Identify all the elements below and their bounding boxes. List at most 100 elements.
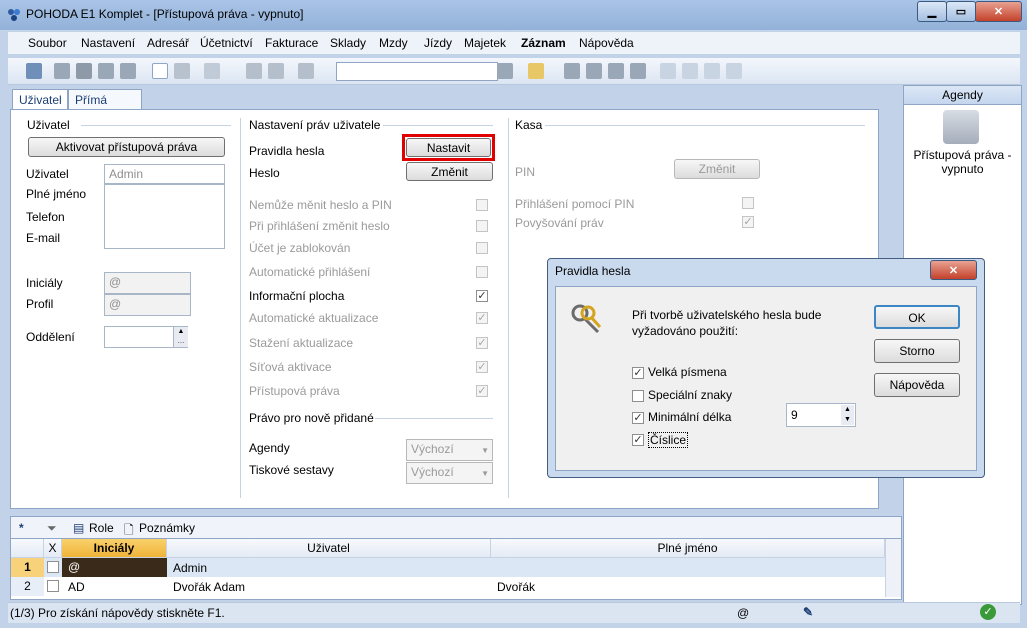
checkbox[interactable]: ✓: [476, 312, 488, 324]
restore-button[interactable]: ▭: [946, 1, 976, 22]
tab-prima-prava[interactable]: Přímá práva: [68, 89, 142, 121]
exit-icon[interactable]: [26, 63, 42, 79]
duplicate-icon[interactable]: [298, 63, 314, 79]
save-icon[interactable]: [246, 63, 262, 79]
preview-icon[interactable]: [98, 63, 114, 79]
tab-poznamky[interactable]: Poznámky: [139, 521, 195, 535]
label-pravidla-hesla: Pravidla hesla: [249, 144, 325, 158]
export-icon[interactable]: [120, 63, 136, 79]
window-title: POHODA E1 Komplet - [Přístupová práva - …: [26, 7, 304, 21]
checkbox[interactable]: [476, 220, 488, 232]
save-all-icon[interactable]: [268, 63, 284, 79]
folder-icon[interactable]: [528, 63, 544, 79]
dialog-close-button[interactable]: ✕: [930, 260, 977, 280]
checkbox[interactable]: ✓: [476, 337, 488, 349]
checkbox[interactable]: [476, 199, 488, 211]
menu-napoveda[interactable]: Nápověda: [579, 36, 634, 50]
menu-soubor[interactable]: Soubor: [28, 36, 67, 50]
tiskove-select[interactable]: Výchozí ▼: [406, 462, 493, 484]
checkbox-specialni-znaky[interactable]: [632, 390, 644, 402]
table-row[interactable]: 1 @ Admin: [11, 558, 885, 577]
checkbox[interactable]: [742, 197, 754, 209]
checkbox-minimalni-delka[interactable]: ✓: [632, 412, 644, 424]
napoveda-button[interactable]: Nápověda: [874, 373, 960, 397]
grid-scrollbar[interactable]: [885, 539, 901, 597]
nastavit-button[interactable]: Nastavit: [406, 138, 491, 157]
edit-icon[interactable]: [174, 63, 190, 79]
checkbox[interactable]: ✓: [476, 361, 488, 373]
checkbox-velka-pismena[interactable]: ✓: [632, 367, 644, 379]
back-icon[interactable]: [204, 63, 220, 79]
uzivatel-input[interactable]: Admin: [104, 164, 225, 184]
filter-icon[interactable]: ⏷: [47, 521, 57, 536]
close-button[interactable]: ✕: [975, 1, 1022, 22]
settings-icon[interactable]: [586, 63, 602, 79]
checkbox[interactable]: [476, 242, 488, 254]
min-length-stepper[interactable]: 9 ▲ ▼: [786, 403, 856, 427]
menu-jizdy[interactable]: Jízdy: [424, 36, 452, 50]
menu-majetek[interactable]: Majetek: [464, 36, 506, 50]
menu-mzdy[interactable]: Mzdy: [379, 36, 408, 50]
row-number: 1: [11, 558, 44, 577]
report-icon[interactable]: [660, 63, 676, 79]
lock-icon[interactable]: [608, 63, 624, 79]
copy-icon[interactable]: [54, 63, 70, 79]
agendy-header: Agendy: [904, 86, 1021, 105]
column-header-uzivatel[interactable]: Uživatel: [167, 539, 491, 558]
document-icon[interactable]: [704, 63, 720, 79]
column-header-inicialy[interactable]: Iniciály: [62, 539, 167, 558]
checkbox[interactable]: ✓: [476, 290, 488, 302]
agenda-item-label[interactable]: Přístupová práva - vypnuto: [908, 148, 1017, 176]
filter-icon[interactable]: [497, 63, 513, 79]
new-record-icon[interactable]: [152, 63, 168, 79]
tab-uzivatel[interactable]: Uživatel: [12, 89, 68, 109]
help-cursor-icon[interactable]: [726, 63, 742, 79]
zmenit-pin-button[interactable]: Změnit: [674, 159, 760, 179]
profil-input[interactable]: @: [104, 294, 191, 316]
menu-nastaveni[interactable]: Nastavení: [81, 36, 135, 50]
cell-inicialy: @: [62, 558, 167, 577]
label-pin: PIN: [515, 165, 536, 179]
storno-button[interactable]: Storno: [874, 339, 960, 363]
table-row[interactable]: 2 AD Dvořák Adam Dvořák: [11, 577, 885, 596]
menu-adresar[interactable]: Adresář: [147, 36, 189, 50]
keys-icon[interactable]: [943, 110, 979, 144]
menu-fakturace[interactable]: Fakturace: [265, 36, 318, 50]
label-inicialy: Iniciály: [26, 276, 63, 290]
minimize-button[interactable]: ▁: [917, 1, 947, 22]
row-checkbox[interactable]: [47, 561, 59, 573]
column-header-plne-jmeno[interactable]: Plné jméno: [491, 539, 885, 558]
column-header-x[interactable]: X: [44, 539, 62, 558]
check-label: Účet je zablokován: [249, 241, 351, 255]
label-plne-jmeno: Plné jméno: [26, 187, 87, 201]
divider: [240, 118, 241, 498]
checkbox[interactable]: ✓: [742, 216, 754, 228]
label-minimalni-delka: Minimální délka: [648, 410, 732, 424]
tag-icon[interactable]: [564, 63, 580, 79]
checkbox-cislice[interactable]: ✓: [632, 434, 644, 446]
label-email: E-mail: [26, 231, 61, 245]
checkbox[interactable]: ✓: [476, 385, 488, 397]
oddeleni-spin-icon[interactable]: ▲…: [173, 327, 188, 347]
menu-ucetnictvi[interactable]: Účetnictví: [200, 36, 253, 50]
row-checkbox[interactable]: [47, 580, 59, 592]
search-combo[interactable]: [336, 62, 498, 81]
user-icon[interactable]: [630, 63, 646, 79]
label-tiskove-sestavy: Tiskové sestavy: [249, 463, 334, 477]
menu-zaznam[interactable]: Záznam: [521, 36, 566, 50]
spin-arrows-icon[interactable]: ▲ ▼: [841, 405, 854, 425]
agendy-select[interactable]: Výchozí ▼: [406, 439, 493, 461]
tab-all[interactable]: *: [19, 521, 24, 535]
zmenit-heslo-button[interactable]: Změnit: [406, 162, 493, 181]
plne-jmeno-input[interactable]: [104, 184, 225, 249]
group-nove-title: Právo pro nově přidané: [249, 411, 374, 425]
ok-button[interactable]: OK: [874, 305, 960, 329]
print-icon[interactable]: [76, 63, 92, 79]
tab-role[interactable]: Role: [89, 521, 114, 535]
inicialy-input[interactable]: @: [104, 272, 191, 294]
activate-rights-button[interactable]: Aktivovat přístupová práva: [28, 137, 225, 157]
menu-sklady[interactable]: Sklady: [330, 36, 366, 50]
divider: [545, 125, 865, 126]
checkbox[interactable]: [476, 266, 488, 278]
list-icon[interactable]: [682, 63, 698, 79]
